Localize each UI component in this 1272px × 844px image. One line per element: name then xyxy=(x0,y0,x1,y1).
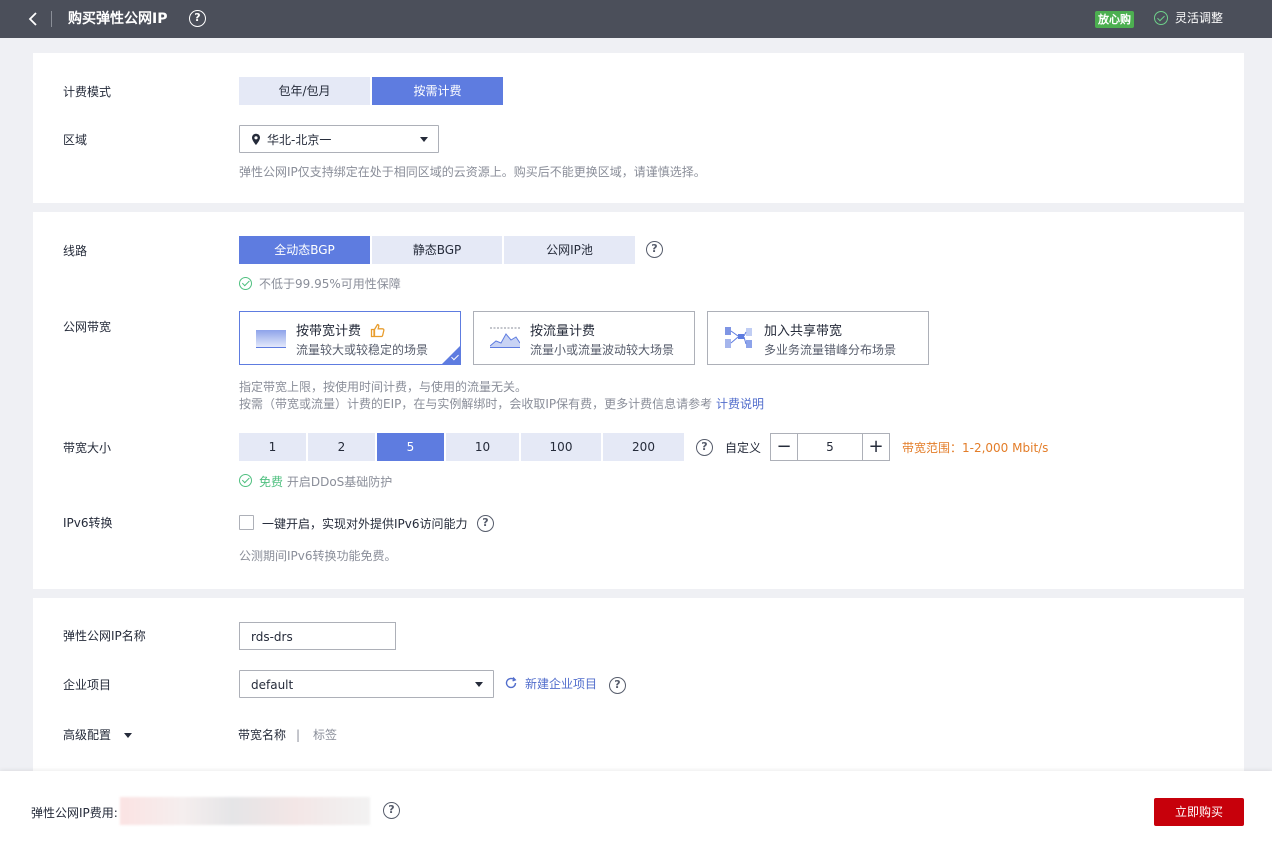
location-pin-icon xyxy=(252,133,260,145)
top-bar: 购买弹性公网IP ? 放心购 灵活调整 xyxy=(0,0,1272,38)
bandwidth-option-1[interactable]: 1 xyxy=(239,433,306,461)
line-option-ip-pool[interactable]: 公网IP池 xyxy=(504,236,635,264)
line-option-dynamic-bgp[interactable]: 全动态BGP xyxy=(239,236,370,264)
flexible-adjust-label[interactable]: 灵活调整 xyxy=(1175,10,1223,27)
bandwidth-stepper-input[interactable]: 5 xyxy=(798,433,862,461)
fee-label: 弹性公网IP费用: xyxy=(31,806,118,820)
increment-button[interactable]: + xyxy=(862,433,890,461)
region-label: 区域 xyxy=(63,133,88,147)
bandwidth-option-100[interactable]: 100 xyxy=(521,433,601,461)
billing-option-yearly[interactable]: 包年/包月 xyxy=(239,77,370,105)
bandwidth-card-desc: 流量较大或较稳定的场景 xyxy=(296,343,429,357)
bandwidth-card-by-traffic[interactable]: 按流量计费 流量小或流量波动较大场景 xyxy=(473,311,695,365)
caret-down-icon[interactable] xyxy=(124,733,132,738)
enterprise-project-label: 企业项目 xyxy=(63,678,112,692)
shared-card-title: 加入共享带宽 xyxy=(764,324,843,339)
help-icon[interactable]: ? xyxy=(696,439,713,456)
shared-bandwidth-icon xyxy=(725,327,752,348)
ipv6-hint: 公测期间IPv6转换功能免费。 xyxy=(239,549,397,563)
enterprise-project-select[interactable]: default xyxy=(239,670,494,698)
check-circle-icon xyxy=(239,474,252,487)
ddos-note: 免费 开启DDoS基础防护 xyxy=(259,474,392,490)
custom-bandwidth-label: 自定义 xyxy=(725,441,762,455)
bandwidth-option-5[interactable]: 5 xyxy=(377,433,444,461)
eip-name-input[interactable]: rds-drs xyxy=(239,622,396,650)
new-enterprise-project-link[interactable]: 新建企业项目 xyxy=(525,676,597,692)
check-circle-icon xyxy=(1154,11,1168,25)
region-select[interactable]: 华北-北京一 xyxy=(239,125,439,153)
bandwidth-card-by-bandwidth[interactable]: 按带宽计费 流量较大或较稳定的场景 xyxy=(239,311,461,365)
enterprise-project-value: default xyxy=(251,678,294,692)
region-hint: 弹性公网IP仅支持绑定在处于相同区域的云资源上。购买后不能更换区域，请谨慎选择。 xyxy=(239,165,706,179)
help-icon[interactable]: ? xyxy=(609,677,626,694)
refresh-icon[interactable] xyxy=(504,676,518,690)
billing-doc-link[interactable]: 计费说明 xyxy=(716,397,764,411)
help-icon[interactable]: ? xyxy=(383,802,400,819)
ipv6-label: IPv6转换 xyxy=(63,516,113,530)
fee-value-redacted xyxy=(120,797,370,825)
availability-note: 不低于99.95%可用性保障 xyxy=(259,277,401,291)
advanced-tags: 标签 xyxy=(313,728,338,742)
bandwidth-range: 带宽范围：1-2,000 Mbit/s xyxy=(902,441,1049,455)
buy-now-button[interactable]: 立即购买 xyxy=(1154,798,1244,826)
bandwidth-note-2-text: 按需（带宽或流量）计费的EIP，在与实例解绑时，会收取IP保有费，更多计费信息请… xyxy=(239,397,713,411)
bottom-bar: 弹性公网IP费用: ? 立即购买 xyxy=(0,771,1272,844)
bandwidth-note-2: 按需（带宽或流量）计费的EIP，在与实例解绑时，会收取IP保有费，更多计费信息请… xyxy=(239,396,764,412)
traffic-card-title: 按流量计费 xyxy=(530,324,596,339)
traffic-chart-icon xyxy=(490,327,520,348)
advanced-divider: | xyxy=(296,728,301,742)
basic-config-card xyxy=(33,53,1244,203)
caret-down-icon xyxy=(420,137,428,142)
help-icon[interactable]: ? xyxy=(189,10,206,27)
traffic-card-desc: 流量小或流量波动较大场景 xyxy=(530,343,675,357)
header-divider xyxy=(51,11,52,27)
shared-card-desc: 多业务流量错峰分布场景 xyxy=(764,343,897,357)
region-value: 华北-北京一 xyxy=(267,133,332,147)
bandwidth-card-title: 按带宽计费 xyxy=(296,324,362,339)
ipv6-checkbox-label[interactable]: 一键开启，实现对外提供IPv6访问能力 xyxy=(262,516,468,532)
assurance-badge: 放心购 xyxy=(1095,11,1134,28)
bandwidth-size-label: 带宽大小 xyxy=(63,441,112,455)
bandwidth-option-10[interactable]: 10 xyxy=(446,433,519,461)
advanced-config-toggle[interactable]: 高级配置 xyxy=(63,727,111,743)
check-circle-icon xyxy=(239,277,252,290)
bandwidth-card-shared[interactable]: 加入共享带宽 多业务流量错峰分布场景 xyxy=(707,311,929,365)
billing-option-on-demand[interactable]: 按需计费 xyxy=(372,77,503,105)
bandwidth-note-1: 指定带宽上限，按使用时间计费，与使用的流量无关。 xyxy=(239,380,528,394)
decrement-button[interactable]: − xyxy=(770,433,798,461)
ipv6-checkbox[interactable] xyxy=(239,515,254,530)
bandwidth-option-200[interactable]: 200 xyxy=(603,433,684,461)
eip-name-label: 弹性公网IP名称 xyxy=(63,629,146,643)
resource-config-card xyxy=(33,598,1244,778)
caret-down-icon xyxy=(475,682,483,687)
line-option-static-bgp[interactable]: 静态BGP xyxy=(372,236,502,264)
page-title: 购买弹性公网IP xyxy=(68,11,168,27)
bandwidth-chart-icon xyxy=(256,330,286,348)
eip-name-value: rds-drs xyxy=(251,630,293,644)
thumbs-up-icon xyxy=(370,323,385,338)
advanced-bandwidth-name: 带宽名称 xyxy=(238,728,287,742)
ddos-free-tag: 免费 xyxy=(259,475,284,489)
billing-mode-label: 计费模式 xyxy=(63,85,112,99)
help-icon[interactable]: ? xyxy=(477,515,494,532)
help-icon[interactable]: ? xyxy=(646,241,663,258)
bandwidth-type-label: 公网带宽 xyxy=(63,320,112,334)
back-arrow-icon[interactable] xyxy=(24,9,44,29)
line-label: 线路 xyxy=(63,244,88,258)
bandwidth-option-2[interactable]: 2 xyxy=(308,433,375,461)
ddos-text: 开启DDoS基础防护 xyxy=(286,475,393,489)
